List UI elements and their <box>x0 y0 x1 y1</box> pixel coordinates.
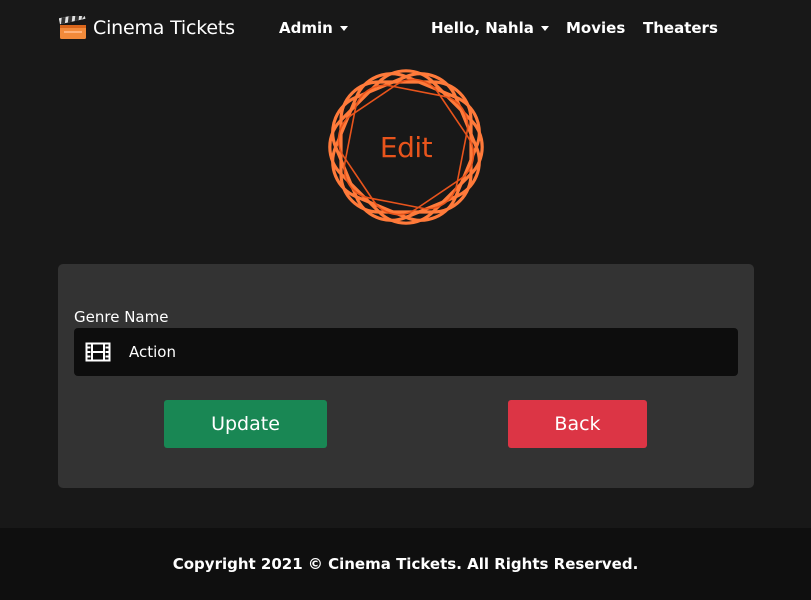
nav-movies-link[interactable]: Movies <box>566 19 625 37</box>
movies-label: Movies <box>566 19 626 37</box>
clapperboard-icon <box>59 16 86 39</box>
user-greeting: Hello, Nahla <box>431 19 534 37</box>
brand-name: Cinema Tickets <box>93 17 235 39</box>
admin-dropdown[interactable]: Admin <box>279 19 348 37</box>
admin-label: Admin <box>279 19 333 37</box>
navbar: Cinema Tickets Admin Hello, Nahla Movies… <box>0 0 811 56</box>
back-button[interactable]: Back <box>508 400 647 448</box>
genre-name-input[interactable] <box>129 343 709 361</box>
genre-input-group <box>74 328 738 376</box>
footer: Copyright 2021 © Cinema Tickets. All Rig… <box>0 528 811 600</box>
film-icon <box>85 342 111 362</box>
chevron-down-icon <box>339 25 348 31</box>
edit-title: Edit <box>379 130 433 164</box>
theaters-label: Theaters <box>643 19 718 37</box>
chevron-down-icon <box>540 25 549 31</box>
brand-link[interactable]: Cinema Tickets <box>59 14 235 42</box>
nav-theaters-link[interactable]: Theaters <box>643 19 718 37</box>
copyright-text: Copyright 2021 © Cinema Tickets. All Rig… <box>172 555 639 573</box>
user-dropdown[interactable]: Hello, Nahla <box>431 19 549 37</box>
genre-name-label: Genre Name <box>74 308 169 326</box>
edit-genre-card: Genre Name Update Back <box>58 264 754 488</box>
edit-emblem: Edit <box>323 64 489 230</box>
update-button[interactable]: Update <box>164 400 327 448</box>
